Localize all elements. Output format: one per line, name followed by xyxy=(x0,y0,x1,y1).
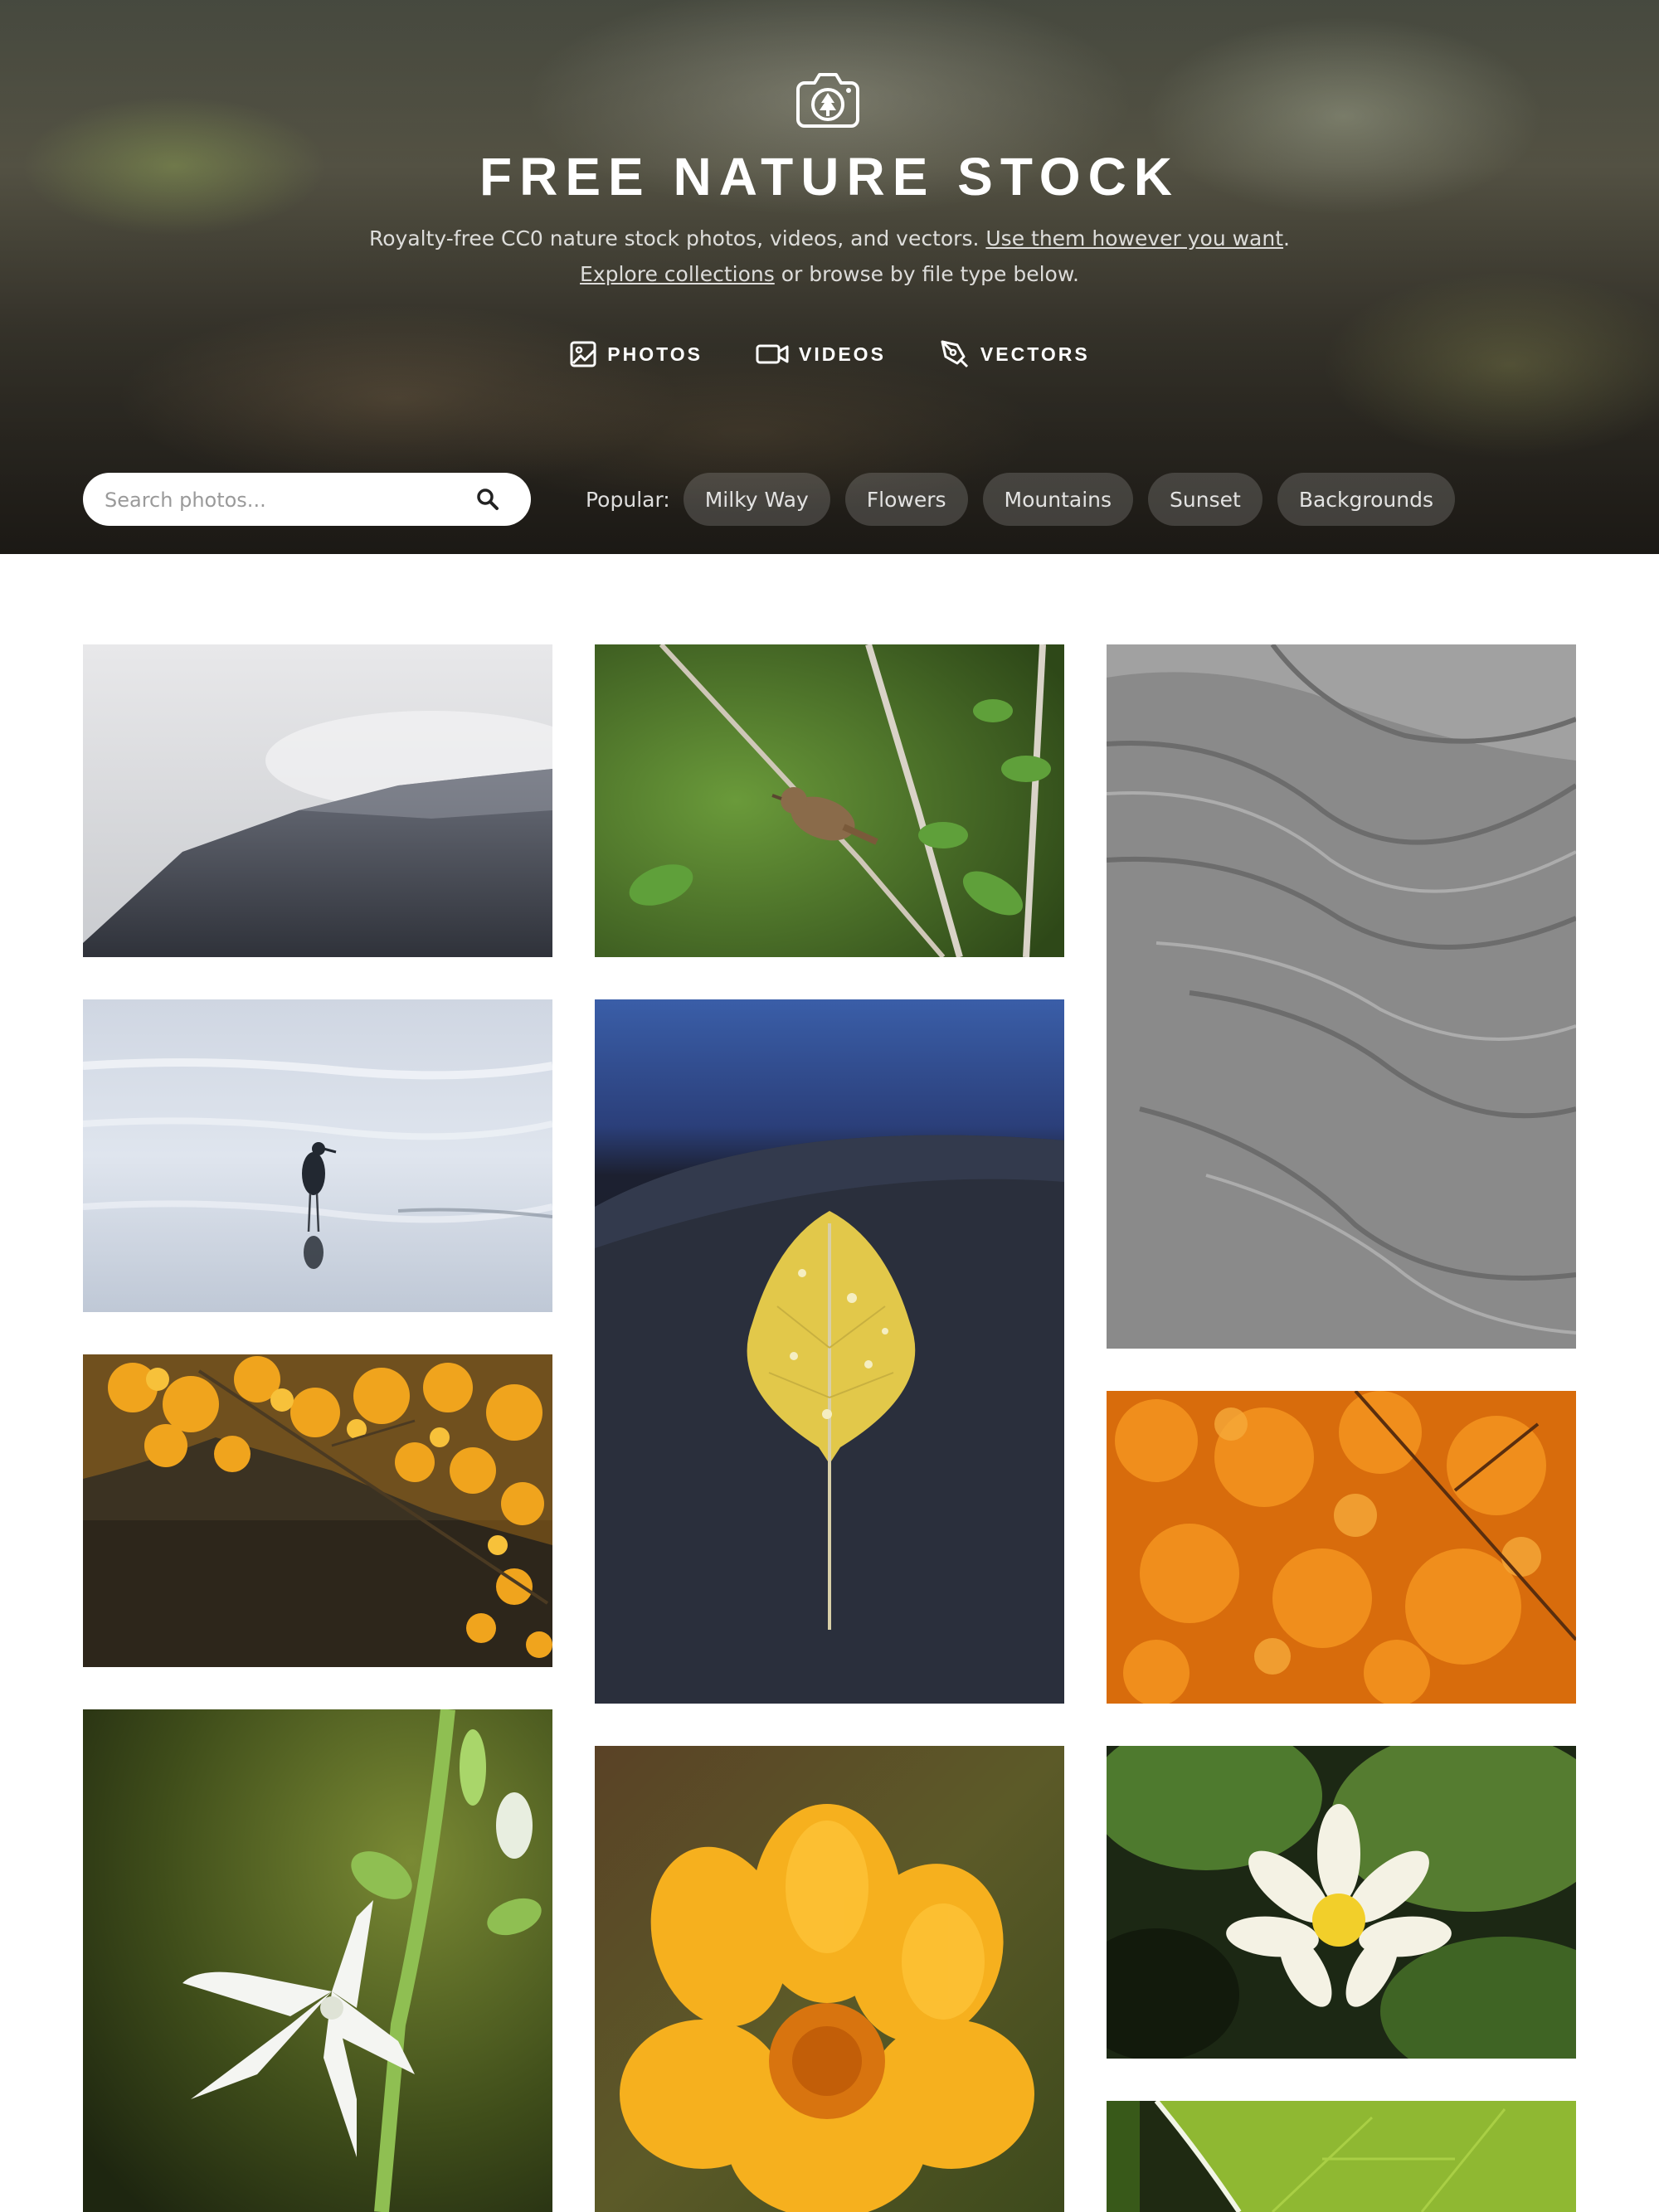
photo-gallery xyxy=(0,554,1659,2212)
popular-tag[interactable]: Backgrounds xyxy=(1277,473,1455,526)
video-camera-icon xyxy=(756,342,789,367)
tagline-end: . xyxy=(1283,226,1290,250)
camera-tree-icon[interactable] xyxy=(793,68,863,129)
license-link[interactable]: Use them however you want xyxy=(985,226,1283,250)
search-input[interactable] xyxy=(103,473,471,527)
popular-label: Popular: xyxy=(586,487,670,512)
search-icon[interactable] xyxy=(476,488,499,514)
browse-line: Explore collections or browse by file ty… xyxy=(0,256,1659,293)
photo-orange-maple-tree[interactable] xyxy=(83,1354,552,1667)
hero-header: FREE NATURE STOCK Royalty-free CC0 natur… xyxy=(0,0,1659,554)
explore-collections-link[interactable]: Explore collections xyxy=(580,262,775,286)
photo-white-water-lily[interactable] xyxy=(1107,1746,1576,2059)
videos-link[interactable]: VIDEOS xyxy=(756,338,886,370)
popular-tag[interactable]: Sunset xyxy=(1148,473,1262,526)
vectors-link[interactable]: VECTORS xyxy=(939,338,1090,370)
pen-tool-icon xyxy=(939,338,971,370)
videos-label: VIDEOS xyxy=(799,343,886,365)
photo-misty-mountain[interactable] xyxy=(83,644,552,957)
file-type-nav: PHOTOS VIDEOS VECTORS xyxy=(0,338,1659,370)
tagline-text: Royalty-free CC0 nature stock photos, vi… xyxy=(369,226,986,250)
photo-wading-bird[interactable] xyxy=(83,999,552,1312)
photo-gray-rock-texture[interactable] xyxy=(1107,644,1576,1349)
photo-orange-marigold[interactable] xyxy=(595,1746,1064,2212)
tagline: Royalty-free CC0 nature stock photos, vi… xyxy=(0,221,1659,257)
photos-link[interactable]: PHOTOS xyxy=(569,338,703,370)
photo-green-leaf[interactable] xyxy=(1107,2101,1576,2212)
popular-tag[interactable]: Mountains xyxy=(982,473,1134,526)
image-icon xyxy=(569,340,597,368)
popular-tag[interactable]: Milky Way xyxy=(683,473,830,526)
browse-text: or browse by file type below. xyxy=(774,262,1079,286)
photo-yellow-aspen-leaf[interactable] xyxy=(595,999,1064,1704)
popular-tag[interactable]: Flowers xyxy=(844,473,968,526)
photos-label: PHOTOS xyxy=(607,343,703,365)
photo-white-hosta-flower[interactable] xyxy=(83,1709,552,2212)
photo-wren-on-branch[interactable] xyxy=(595,644,1064,957)
photo-autumn-orange-leaves[interactable] xyxy=(1107,1391,1576,1704)
vectors-label: VECTORS xyxy=(980,343,1090,365)
search-bar xyxy=(83,473,531,527)
popular-searches: Popular: Milky Way Flowers Mountains Sun… xyxy=(586,473,1455,526)
site-title: FREE NATURE STOCK xyxy=(479,147,1180,207)
